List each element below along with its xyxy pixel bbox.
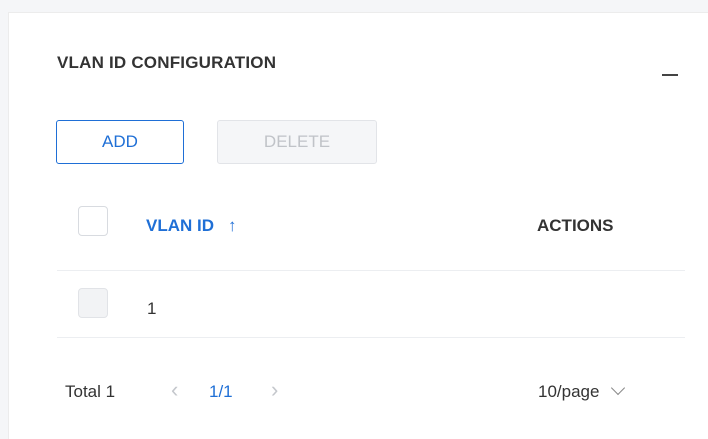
row-checkbox (78, 288, 108, 318)
current-page: 1/1 (209, 382, 233, 401)
panel-title: VLAN ID CONFIGURATION (57, 53, 277, 72)
delete-button: DELETE (217, 120, 377, 164)
prev-page-icon[interactable]: ‹ (171, 377, 178, 403)
page-size-select[interactable]: 10/page (538, 380, 626, 402)
sort-ascending-icon[interactable]: ↑ (228, 216, 237, 236)
minus-icon (662, 74, 678, 76)
collapse-icon[interactable] (658, 63, 682, 87)
column-header-actions: ACTIONS (537, 216, 614, 235)
total-count: Total 1 (65, 382, 116, 401)
chevron-down-icon (611, 380, 626, 396)
vlan-config-panel: VLAN ID CONFIGURATION ADD DELETE VLAN ID… (8, 12, 708, 439)
column-header-vlan-id[interactable]: VLAN ID ↑ (146, 216, 237, 236)
next-page-icon[interactable]: › (271, 377, 278, 403)
select-all-checkbox[interactable] (78, 206, 108, 236)
vlan-id-cell: 1 (147, 299, 157, 318)
row-divider (57, 337, 685, 338)
add-button[interactable]: ADD (56, 120, 184, 164)
header-divider (57, 270, 685, 271)
column-header-vlan-id-label: VLAN ID (146, 216, 214, 235)
page-size-label: 10/page (538, 382, 600, 401)
